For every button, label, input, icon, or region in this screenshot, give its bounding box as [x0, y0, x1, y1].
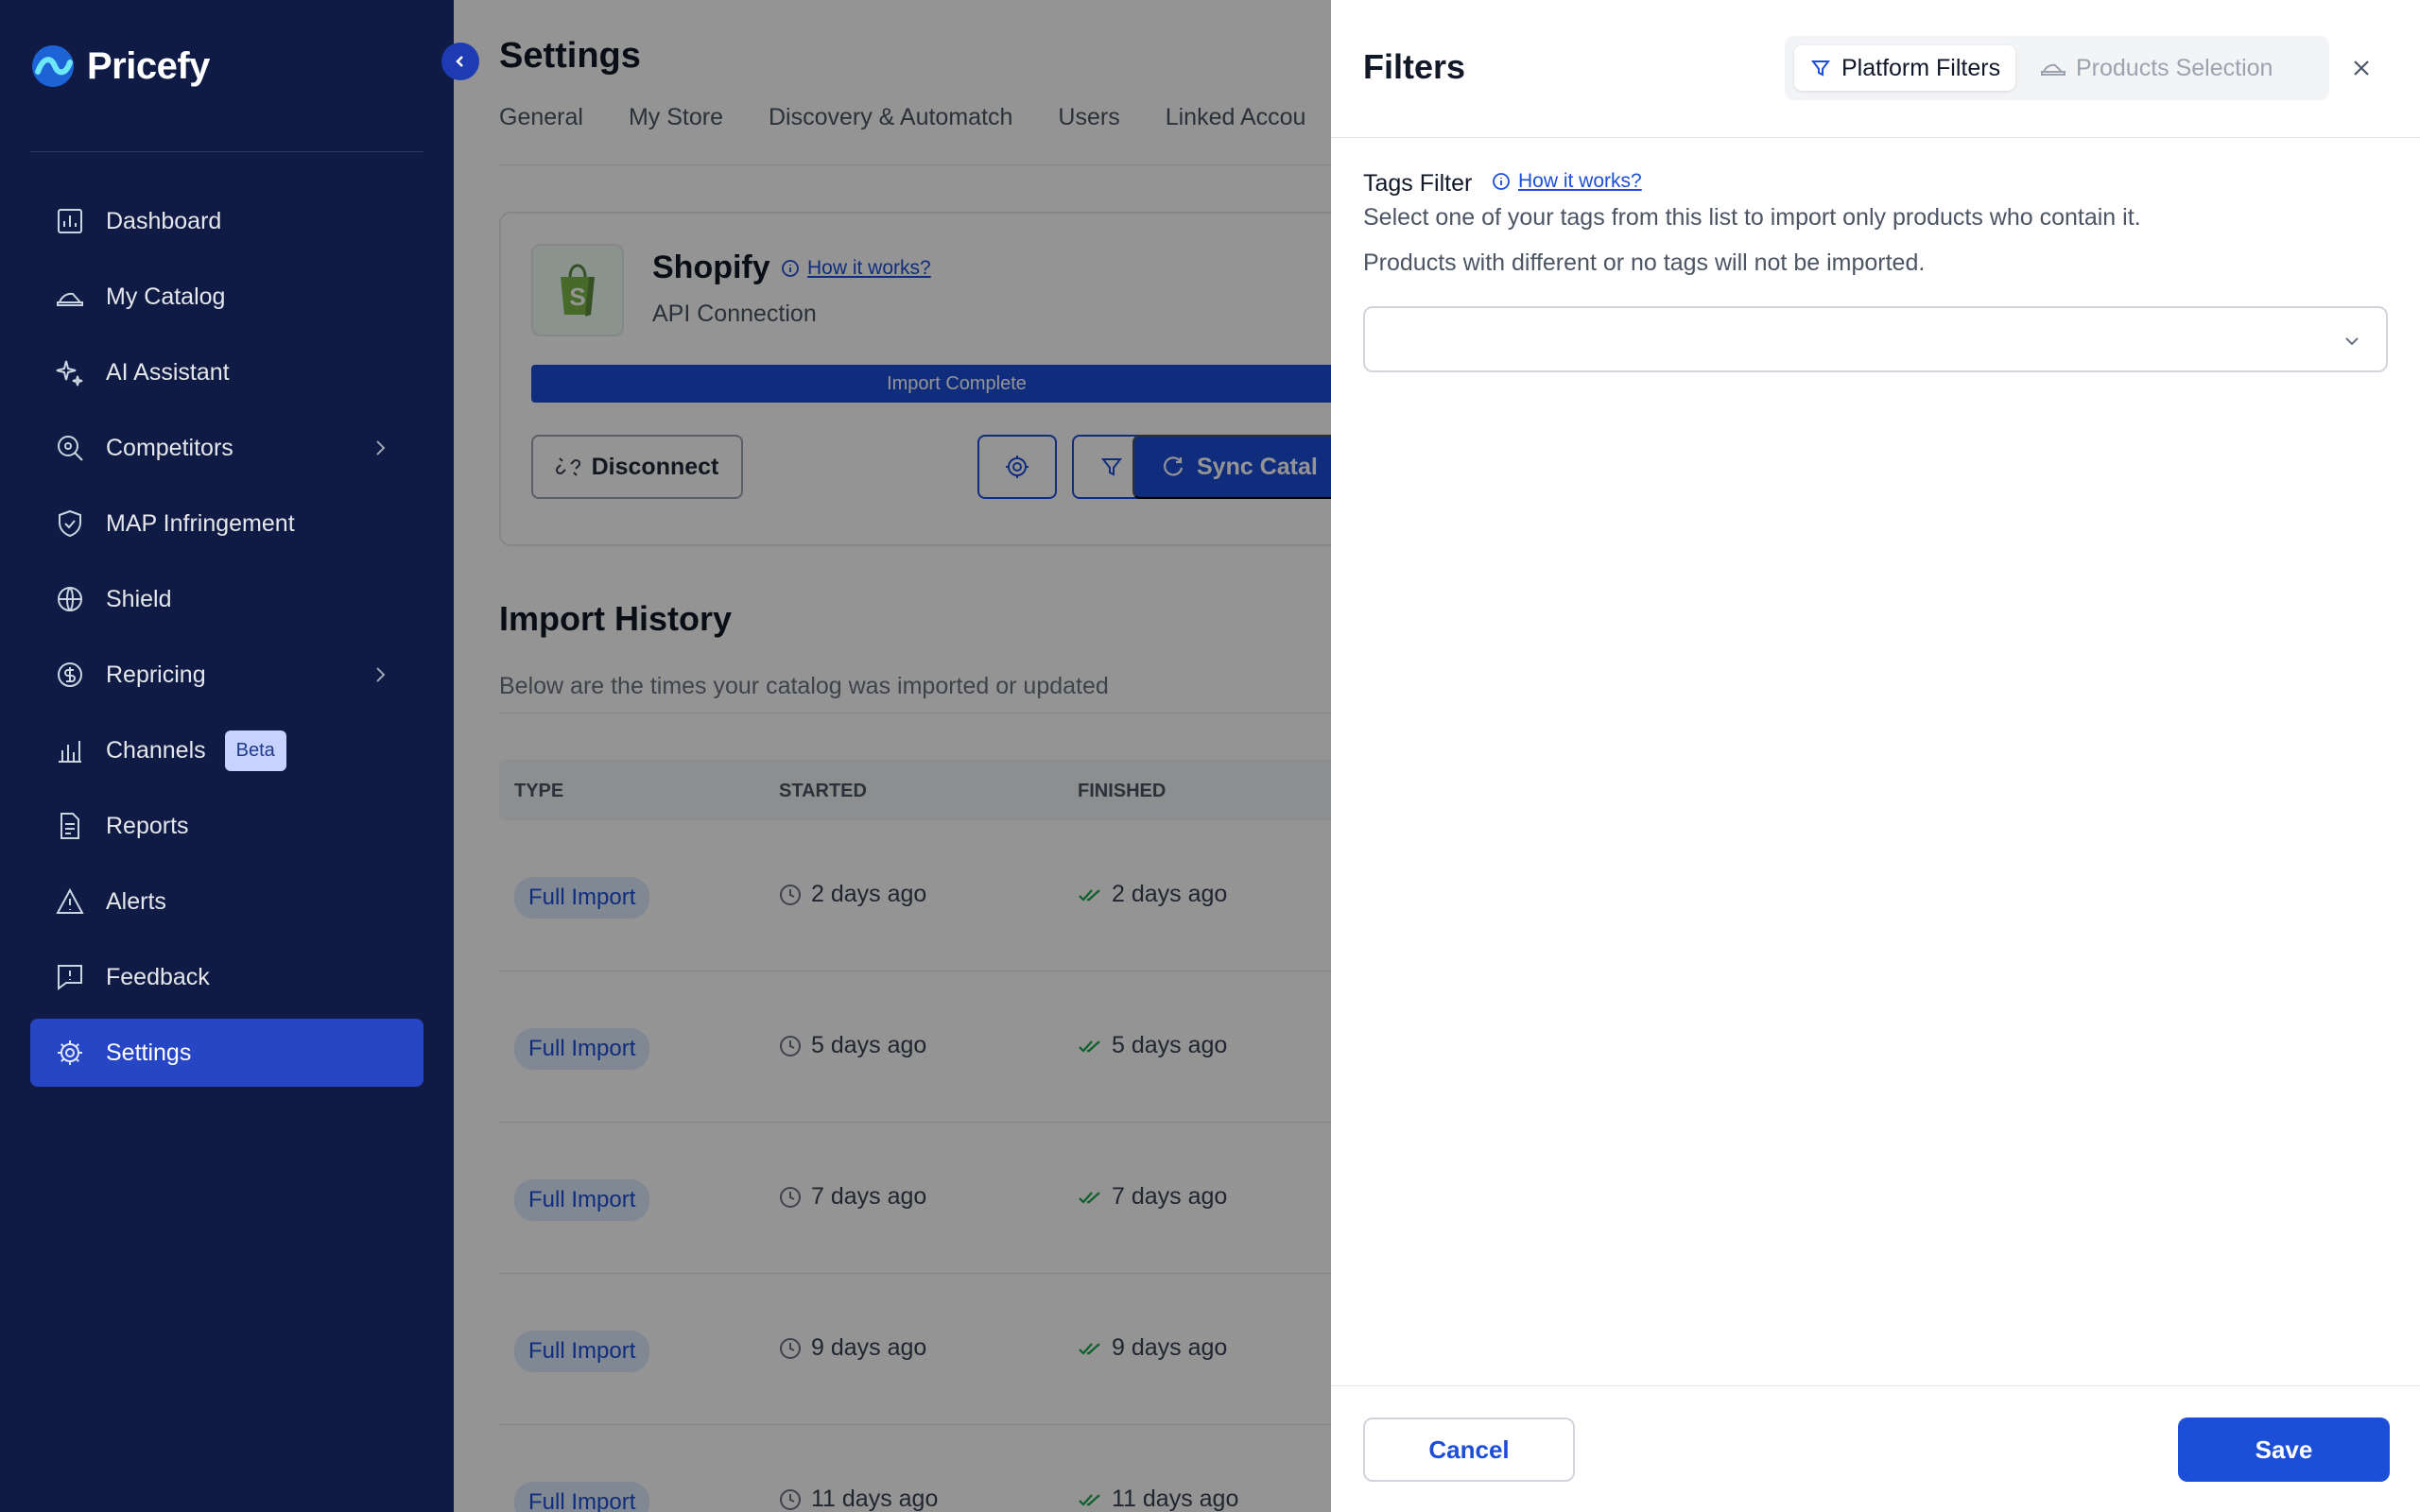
sidebar-item-repricing[interactable]: Repricing — [30, 641, 424, 709]
channels-icon — [59, 741, 81, 763]
save-button[interactable]: Save — [2178, 1418, 2390, 1482]
sidebar-item-label: Competitors — [106, 434, 233, 461]
drawer-title: Filters — [1363, 47, 1466, 86]
sidebar-item-settings[interactable]: Settings — [30, 1019, 424, 1087]
sidebar-divider — [30, 151, 424, 152]
sidebar-item-label: Reports — [106, 812, 189, 839]
tags-select[interactable] — [1363, 306, 2388, 372]
tags-filter-description: Select one of your tags from this list t… — [1363, 204, 2141, 231]
dollar-icon — [58, 662, 82, 687]
sidebar-item-label: MAP Infringement — [106, 509, 295, 537]
shield-check-icon — [59, 509, 81, 538]
sidebar-item-dashboard[interactable]: Dashboard — [30, 187, 424, 255]
tags-filter-label: Tags Filter — [1363, 170, 1473, 197]
tab-label: Platform Filters — [1841, 54, 2001, 81]
tags-how-it-works-link[interactable]: How it works? — [1492, 170, 1642, 193]
logo-text: Pricefy — [87, 44, 210, 87]
chevron-right-icon — [376, 667, 386, 682]
filters-drawer: Filters Platform Filters Products Select… — [1331, 0, 2420, 1512]
filter-mode-toggle: Platform Filters Products Selection — [1785, 36, 2329, 100]
chevron-left-icon — [456, 56, 463, 67]
pricefy-logo-icon — [32, 45, 74, 87]
sidebar-item-ai-assistant[interactable]: AI Assistant — [30, 338, 424, 406]
chart-icon — [58, 209, 82, 233]
sidebar-item-label: Repricing — [106, 661, 206, 688]
drawer-footer-divider — [1331, 1385, 2420, 1386]
cancel-button[interactable]: Cancel — [1363, 1418, 1575, 1482]
tags-filter-note: Products with different or no tags will … — [1363, 249, 1926, 276]
catalog-icon — [57, 292, 83, 306]
tab-platform-filters[interactable]: Platform Filters — [1794, 45, 2016, 91]
beta-badge: Beta — [224, 730, 286, 771]
how-it-works-label: How it works? — [1518, 170, 1642, 192]
sidebar-item-label: Feedback — [106, 963, 210, 990]
chevron-down-icon — [2345, 337, 2359, 346]
tab-products-selection[interactable]: Products Selection — [2025, 45, 2288, 91]
modal-backdrop[interactable] — [454, 0, 1331, 1512]
catalog-icon — [2041, 63, 2066, 76]
sidebar-item-alerts[interactable]: Alerts — [30, 868, 424, 936]
drawer-header-divider — [1331, 137, 2420, 138]
sidebar: Pricefy Dashboard My Catalog AI Assistan… — [0, 0, 454, 1512]
logo[interactable]: Pricefy — [30, 43, 210, 89]
sidebar-item-label: Alerts — [106, 887, 166, 915]
filter-icon — [1811, 60, 1830, 77]
feedback-icon — [58, 965, 82, 990]
sidebar-item-shield[interactable]: Shield — [30, 565, 424, 633]
sidebar-item-competitors[interactable]: Competitors — [30, 414, 424, 482]
sparkle-icon — [56, 360, 83, 387]
sidebar-item-label: AI Assistant — [106, 358, 230, 386]
info-icon — [1493, 173, 1510, 190]
sidebar-item-map-infringement[interactable]: MAP Infringement — [30, 490, 424, 558]
globe-icon — [58, 587, 82, 611]
sidebar-item-label: Shield — [106, 585, 172, 612]
sidebar-item-feedback[interactable]: Feedback — [30, 943, 424, 1011]
collapse-sidebar-button[interactable] — [441, 43, 479, 80]
sidebar-item-channels[interactable]: Channels Beta — [30, 716, 424, 784]
tab-label: Products Selection — [2076, 54, 2273, 81]
sidebar-item-label: Dashboard — [106, 207, 222, 234]
sidebar-item-label: Settings — [106, 1039, 192, 1066]
sidebar-item-label: My Catalog — [106, 283, 226, 310]
search-icon — [58, 436, 83, 461]
chevron-right-icon — [376, 440, 386, 455]
gear-icon — [58, 1040, 82, 1065]
close-icon — [2354, 60, 2369, 76]
sidebar-item-my-catalog[interactable]: My Catalog — [30, 263, 424, 331]
warning-icon — [56, 887, 84, 914]
sidebar-item-reports[interactable]: Reports — [30, 792, 424, 860]
sidebar-item-label: Channels — [106, 736, 206, 764]
sidebar-nav: Dashboard My Catalog AI Assistant Compet… — [30, 187, 424, 1094]
close-button[interactable] — [2344, 51, 2378, 85]
document-icon — [60, 813, 79, 839]
